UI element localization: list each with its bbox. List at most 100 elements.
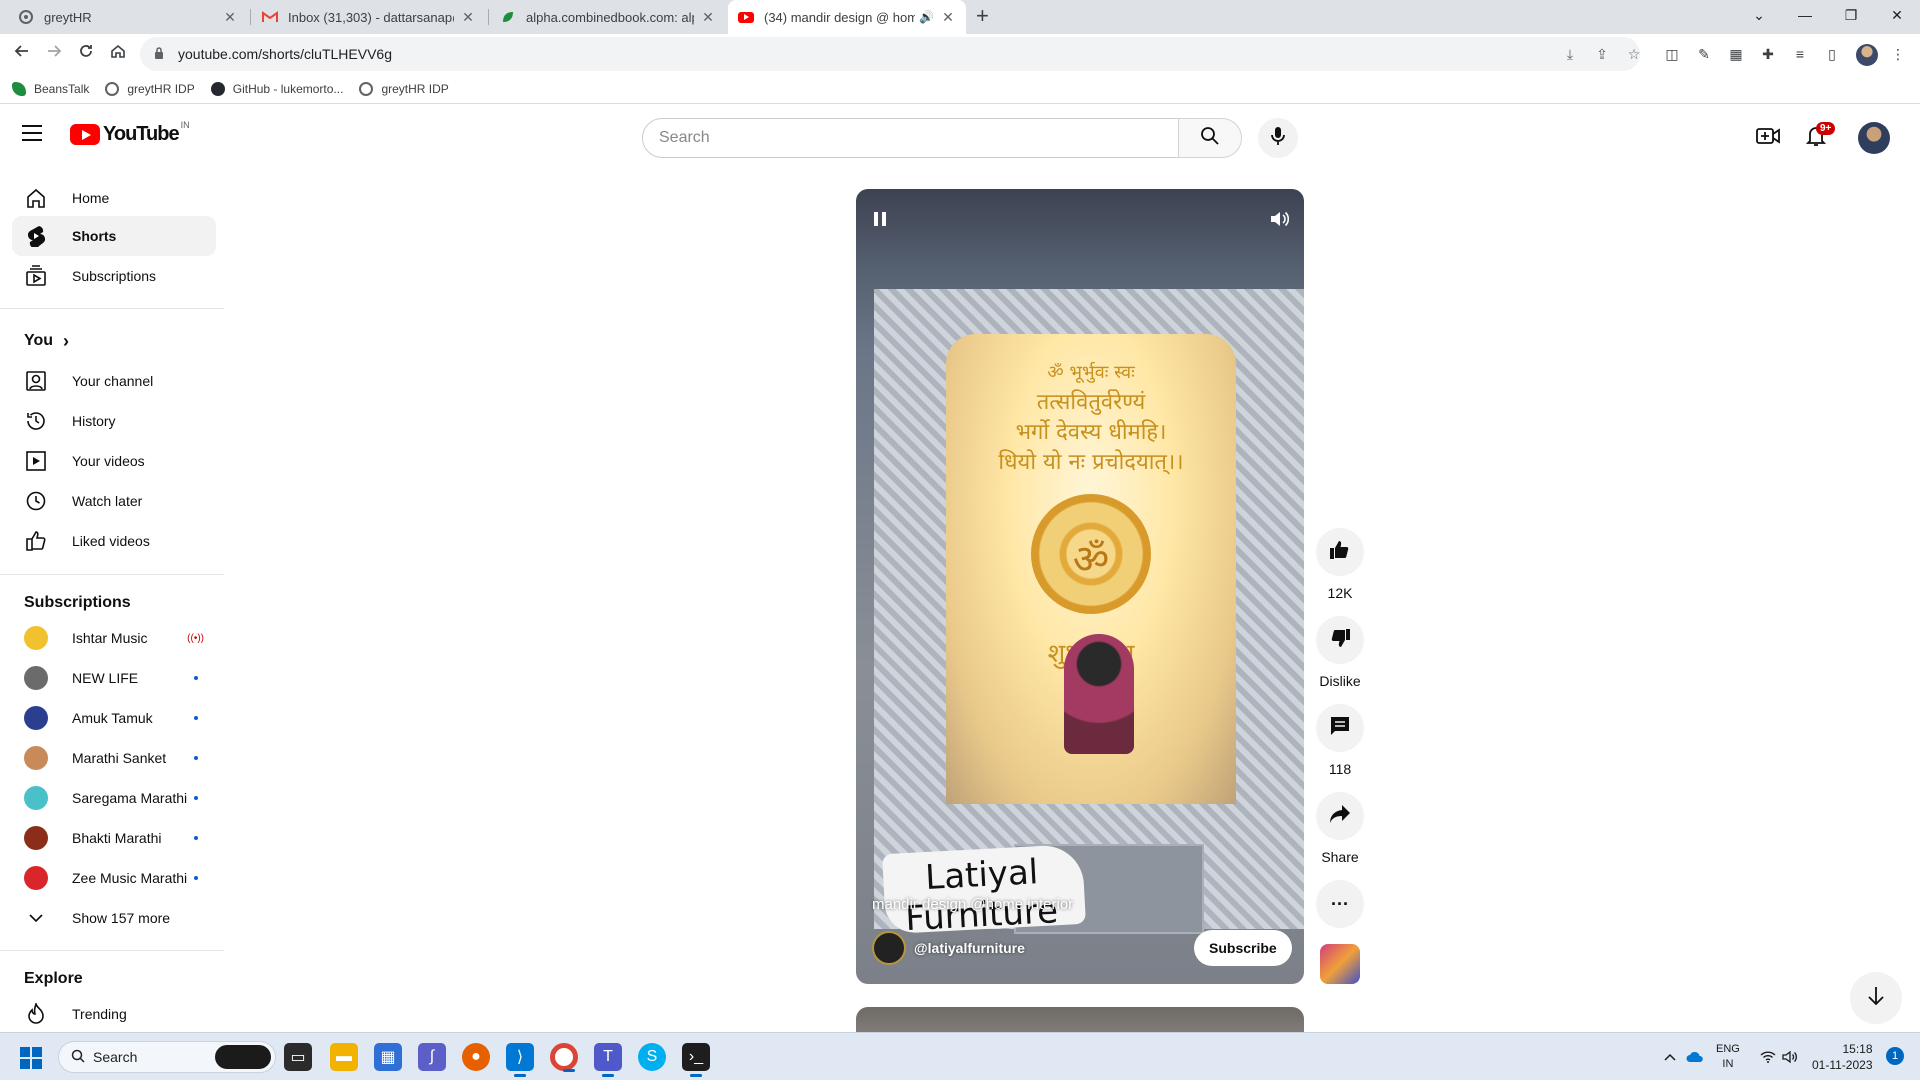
install-app-icon[interactable]: ⤓ xyxy=(1560,44,1580,64)
wifi-icon[interactable] xyxy=(1760,1033,1776,1081)
speaker-volume-icon[interactable] xyxy=(1782,1033,1798,1081)
subscribe-button[interactable]: Subscribe xyxy=(1194,930,1292,966)
audio-source-thumbnail[interactable] xyxy=(1320,944,1360,984)
sidebar-item-home[interactable]: Home xyxy=(12,178,216,218)
sidebar-item-your-videos[interactable]: Your videos xyxy=(12,441,216,481)
close-window-button[interactable]: ✕ xyxy=(1874,0,1920,30)
new-content-dot xyxy=(194,836,198,840)
close-tab-icon[interactable]: ✕ xyxy=(222,9,238,26)
dislike-action[interactable]: Dislike xyxy=(1316,616,1364,689)
subscription-item[interactable]: Amuk Tamuk xyxy=(12,698,216,738)
account-avatar[interactable] xyxy=(1858,122,1890,154)
shorts-video-player[interactable]: ॐ भूर्भुवः स्वः तत्सवितुर्वरेण्यं भर्गो … xyxy=(856,189,1304,984)
comments-button[interactable] xyxy=(1316,704,1364,752)
home-button[interactable] xyxy=(106,42,130,66)
file-explorer-icon[interactable]: ▬ xyxy=(330,1043,358,1071)
restore-window-button[interactable]: ❐ xyxy=(1828,0,1874,30)
pause-button[interactable] xyxy=(866,207,894,235)
close-tab-icon[interactable]: ✕ xyxy=(940,9,956,26)
search-input[interactable]: Search xyxy=(642,118,1179,158)
vscode-icon[interactable]: ⟩ xyxy=(506,1043,534,1077)
subscription-item[interactable]: Saregama Marathi xyxy=(12,778,216,818)
tab-alpha-combinedbook[interactable]: alpha.combinedbook.com: alpha ✕ xyxy=(490,0,726,34)
bookmark-greythr-idp-2[interactable]: greytHR IDP xyxy=(359,81,449,96)
sidebar-item-shorts[interactable]: Shorts xyxy=(12,216,216,256)
extension-tab-icon[interactable]: ◫ xyxy=(1662,44,1682,64)
subscription-item[interactable]: Ishtar Music ((•)) xyxy=(12,618,216,658)
reload-button[interactable] xyxy=(74,42,98,66)
close-tab-icon[interactable]: ✕ xyxy=(700,9,716,26)
terminal-icon[interactable]: ›_ xyxy=(682,1043,710,1077)
tab-greythr[interactable]: greytHR ✕ xyxy=(8,0,248,34)
subscription-item[interactable]: Marathi Sanket xyxy=(12,738,216,778)
tab-youtube-active[interactable]: (34) mandir design @ home 🔊 ✕ xyxy=(728,0,966,34)
volume-button[interactable] xyxy=(1266,207,1294,235)
windows-start-icon[interactable] xyxy=(20,1047,42,1069)
channel-avatar[interactable] xyxy=(872,931,906,965)
thumbs-up-icon xyxy=(1329,539,1351,566)
search-button[interactable] xyxy=(1178,118,1242,158)
sidebar-item-liked-videos[interactable]: Liked videos xyxy=(12,521,216,561)
mantra-line: ॐ भूर्भुवः स्वः xyxy=(1047,362,1135,383)
subscription-item[interactable]: NEW LIFE xyxy=(12,658,216,698)
side-panel-icon[interactable]: ▯ xyxy=(1822,44,1842,64)
sidebar-item-your-channel[interactable]: Your channel xyxy=(12,361,216,401)
taskbar-search[interactable]: Search xyxy=(58,1041,276,1073)
sidebar-you-header[interactable]: You › xyxy=(12,321,216,361)
new-tab-button[interactable]: + xyxy=(976,3,989,29)
subscription-item[interactable]: Zee Music Marathi xyxy=(12,858,216,898)
sidebar-item-subscriptions[interactable]: Subscriptions xyxy=(12,256,216,296)
firefox-icon[interactable]: ● xyxy=(462,1043,490,1071)
language-indicator[interactable]: ENG IN xyxy=(1716,1033,1740,1081)
task-view-icon[interactable]: ▭ xyxy=(284,1043,312,1071)
tab-search-chevron-icon[interactable]: ⌄ xyxy=(1736,0,1782,30)
tab-gmail[interactable]: Inbox (31,303) - dattarsanap@g ✕ xyxy=(252,0,486,34)
minimize-window-button[interactable]: — xyxy=(1782,0,1828,30)
more-options-button[interactable]: ··· xyxy=(1316,880,1364,928)
share-action[interactable]: Share xyxy=(1316,792,1364,865)
menu-icon[interactable] xyxy=(22,125,42,141)
tab-audio-playing-icon[interactable]: 🔊 xyxy=(919,10,934,24)
share-button[interactable] xyxy=(1316,792,1364,840)
sidebar-item-history[interactable]: History xyxy=(12,401,216,441)
microsoft-store-icon[interactable]: ▦ xyxy=(374,1043,402,1071)
skype-icon[interactable]: S xyxy=(638,1043,666,1071)
like-button[interactable] xyxy=(1316,528,1364,576)
reading-list-icon[interactable]: ≡ xyxy=(1790,44,1810,64)
voice-search-button[interactable] xyxy=(1258,118,1298,158)
bookmark-star-icon[interactable]: ☆ xyxy=(1624,44,1644,64)
youtube-logo[interactable]: YouTube IN xyxy=(70,120,190,146)
bookmark-github[interactable]: GitHub - lukemorto... xyxy=(210,81,343,96)
like-action[interactable]: 12K xyxy=(1316,528,1364,601)
create-video-icon[interactable] xyxy=(1756,124,1780,148)
bookmark-greythr-idp[interactable]: greytHR IDP xyxy=(105,81,195,96)
show-hidden-icons[interactable] xyxy=(1664,1033,1676,1081)
short-title[interactable]: mandir design @home interior xyxy=(872,896,1073,913)
channel-handle[interactable]: @latiyalfurniture xyxy=(914,940,1025,956)
sidebar-item-trending[interactable]: Trending xyxy=(12,994,216,1030)
chrome-menu-icon[interactable]: ⋮ xyxy=(1888,44,1908,64)
address-bar[interactable]: youtube.com/shorts/cluTLHEVV6g xyxy=(140,37,1640,71)
forward-button[interactable] xyxy=(42,42,66,66)
extension-pen-icon[interactable]: ✎ xyxy=(1694,44,1714,64)
dislike-button[interactable] xyxy=(1316,616,1364,664)
sidebar-item-watch-later[interactable]: Watch later xyxy=(12,481,216,521)
app-launcher-icon[interactable]: ∫ xyxy=(418,1043,446,1071)
show-more-subscriptions[interactable]: Show 157 more xyxy=(12,898,216,938)
subscription-item[interactable]: Bhakti Marathi xyxy=(12,818,216,858)
extension-grid-icon[interactable]: ▦ xyxy=(1726,44,1746,64)
teams-icon[interactable]: T xyxy=(594,1043,622,1077)
share-page-icon[interactable]: ⇪ xyxy=(1592,44,1612,64)
back-button[interactable] xyxy=(10,42,34,66)
bookmark-beanstalk[interactable]: BeansTalk xyxy=(12,81,89,96)
system-clock[interactable]: 15:18 01-11-2023 xyxy=(1812,1041,1873,1073)
close-tab-icon[interactable]: ✕ xyxy=(460,9,476,26)
chrome-icon[interactable] xyxy=(550,1043,578,1072)
next-short-button[interactable] xyxy=(1850,972,1902,1024)
extensions-puzzle-icon[interactable]: ✚ xyxy=(1758,44,1778,64)
more-actions[interactable]: ··· xyxy=(1316,880,1364,928)
browser-profile-avatar[interactable] xyxy=(1856,44,1878,66)
comments-action[interactable]: 118 xyxy=(1316,704,1364,777)
notification-center-badge[interactable]: 1 xyxy=(1886,1047,1904,1065)
onedrive-cloud-icon[interactable] xyxy=(1686,1033,1704,1081)
